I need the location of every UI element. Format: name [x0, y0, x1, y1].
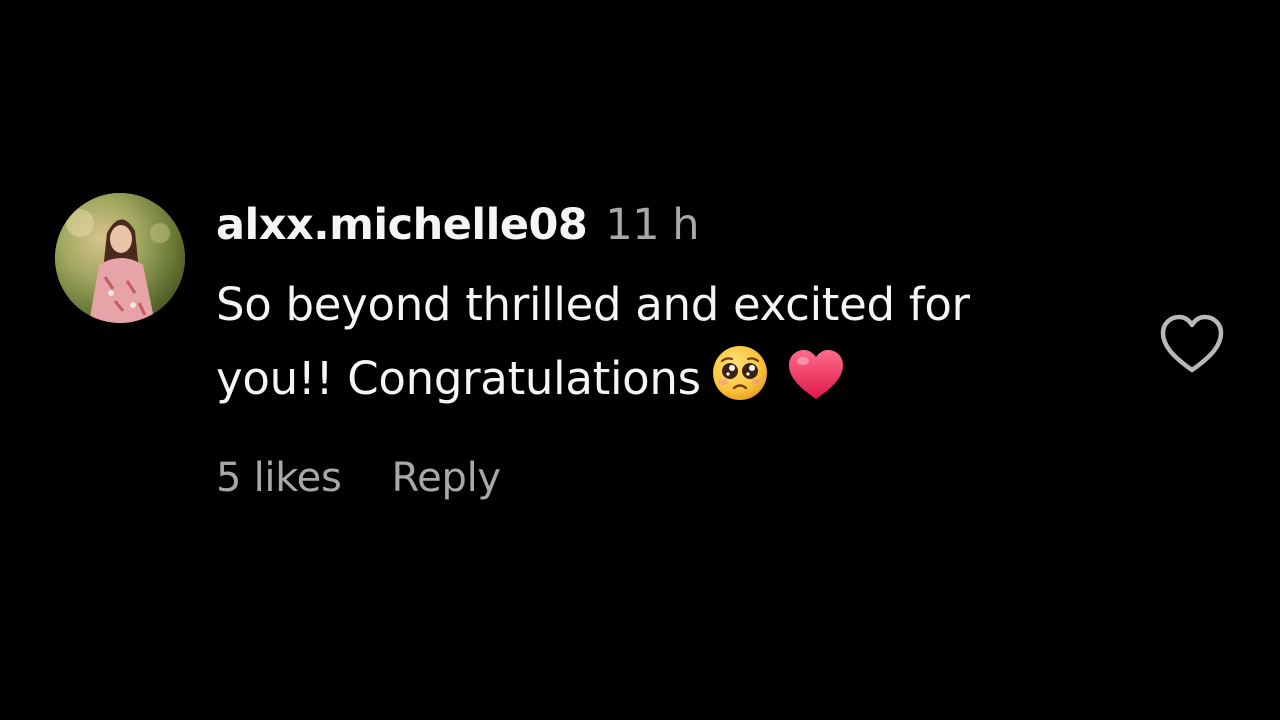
username[interactable]: alxx.michelle08 — [216, 200, 588, 250]
likes-count[interactable]: 5 likes — [216, 455, 342, 501]
pleading-face-emoji — [711, 344, 769, 424]
reply-button[interactable]: Reply — [391, 455, 501, 501]
comment-body: alxx.michelle08 11 h So beyond thrilled … — [216, 200, 1116, 424]
like-button[interactable] — [1158, 312, 1226, 376]
avatar-photo — [55, 193, 185, 323]
avatar[interactable] — [55, 193, 185, 323]
red-heart-emoji — [787, 348, 845, 424]
comment-header: alxx.michelle08 11 h — [216, 200, 1116, 264]
comment: alxx.michelle08 11 h So beyond thrilled … — [0, 0, 1280, 720]
comment-text-line: So beyond thrilled and excited for — [216, 278, 970, 331]
comment-text: So beyond thrilled and excited for you!!… — [216, 268, 1096, 424]
comment-text-fragment: you!! Congratulations — [216, 352, 701, 405]
timestamp[interactable]: 11 h — [605, 200, 699, 250]
comment-actions: 5 likes Reply — [216, 455, 501, 501]
comment-text-line: you!! Congratulations — [216, 342, 1096, 424]
heart-outline-icon — [1158, 314, 1226, 380]
